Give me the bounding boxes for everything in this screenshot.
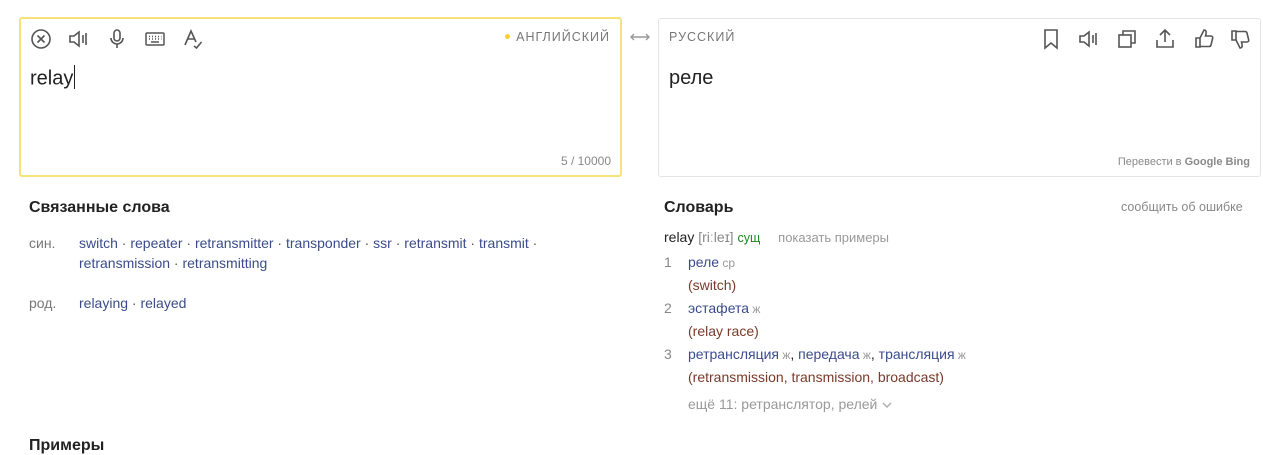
- more-translations-link[interactable]: ещё 11: ретранслятор, релей: [688, 396, 893, 412]
- synonym-link[interactable]: transponder: [286, 235, 361, 251]
- gender-label: ж: [779, 348, 791, 362]
- separator: ·: [170, 255, 183, 271]
- detected-dot: [505, 34, 511, 40]
- synonym-link[interactable]: retransmit: [404, 235, 466, 251]
- keyboard-icon[interactable]: [143, 27, 167, 51]
- chevron-down-icon: [882, 402, 892, 409]
- translation-link[interactable]: трансляция: [879, 346, 955, 362]
- text-caret: [74, 65, 76, 89]
- copy-icon[interactable]: [1115, 27, 1139, 51]
- translation-output: реле: [669, 67, 714, 89]
- part-of-speech: сущ: [737, 231, 761, 245]
- sense-gloss: (relay race): [688, 323, 759, 339]
- separator: ·: [182, 235, 195, 251]
- word-form-link[interactable]: relaying: [79, 295, 128, 311]
- synonyms-list: switch · repeater · retransmitter · tran…: [79, 233, 579, 273]
- separator: ,: [870, 346, 879, 362]
- gender-label: ж: [859, 348, 871, 362]
- share-icon[interactable]: [1153, 27, 1177, 51]
- google-link[interactable]: Google: [1185, 156, 1223, 168]
- synonym-link[interactable]: retransmitter: [195, 235, 274, 251]
- swap-languages-icon[interactable]: [628, 30, 652, 44]
- synonym-link[interactable]: switch: [79, 235, 118, 251]
- source-language[interactable]: АНГЛИЙСКИЙ: [505, 30, 610, 44]
- separator: ·: [128, 295, 141, 311]
- gender-label: ж: [749, 302, 761, 316]
- bing-link[interactable]: Bing: [1226, 156, 1250, 168]
- thumbs-down-icon[interactable]: [1228, 27, 1252, 51]
- transcription: [riːleɪ]: [698, 229, 734, 245]
- target-language[interactable]: РУССКИЙ: [669, 30, 735, 44]
- synonym-link[interactable]: transmit: [479, 235, 529, 251]
- headword: relay: [664, 229, 695, 245]
- separator: ·: [360, 235, 374, 251]
- forms-list: relaying · relayed: [79, 293, 579, 313]
- related-words-title: Связанные слова: [29, 199, 170, 216]
- translation-link[interactable]: ретрансляция: [688, 346, 779, 362]
- translation-link[interactable]: реле: [688, 254, 719, 270]
- target-panel: РУССКИЙ реле Перевести в Google Bing: [658, 18, 1261, 177]
- spellcheck-icon[interactable]: [181, 27, 205, 51]
- sense-body: ретрансляция ж, передача ж, трансляция ж…: [688, 343, 966, 388]
- source-input[interactable]: relay: [30, 65, 76, 91]
- sense-body: эстафета ж (relay race): [688, 297, 760, 342]
- dictionary-title: Словарь: [664, 199, 734, 216]
- char-counter: 5 / 10000: [560, 154, 611, 168]
- synonym-link[interactable]: ssr: [373, 235, 392, 251]
- sense-gloss: (retransmission, transmission, broadcast…: [688, 369, 944, 385]
- sense-gloss: (switch): [688, 277, 737, 293]
- synonym-link[interactable]: retransmission: [79, 255, 170, 271]
- report-error-link[interactable]: сообщить об ошибке: [1121, 200, 1243, 214]
- sense-body: реле ср (switch): [688, 251, 736, 296]
- gender-label: ср: [719, 256, 736, 270]
- dictionary-headword: relay [riːleɪ] сущ показать примеры: [664, 229, 889, 245]
- clear-icon[interactable]: [29, 27, 53, 51]
- thumbs-up-icon[interactable]: [1192, 27, 1216, 51]
- separator: ·: [391, 235, 405, 251]
- separator: ·: [528, 235, 538, 251]
- translation-link[interactable]: передача: [798, 346, 859, 362]
- gender-label: ж: [954, 348, 966, 362]
- speaker-icon[interactable]: [67, 27, 91, 51]
- translate-in-engines: Перевести в Google Bing: [1117, 156, 1250, 168]
- synonyms-label: син.: [29, 235, 56, 251]
- separator: ,: [790, 346, 799, 362]
- separator: ·: [273, 235, 286, 251]
- sense-number: 2: [664, 300, 672, 316]
- bookmark-icon[interactable]: [1039, 27, 1063, 51]
- source-panel: АНГЛИЙСКИЙ relay 5 / 10000: [19, 17, 622, 177]
- translation-link[interactable]: эстафета: [688, 300, 749, 316]
- forms-label: род.: [29, 295, 57, 311]
- separator: ·: [117, 235, 131, 251]
- synonym-link[interactable]: repeater: [130, 235, 182, 251]
- microphone-icon[interactable]: [105, 27, 129, 51]
- sense-number: 1: [664, 254, 672, 270]
- sense-number: 3: [664, 346, 672, 362]
- examples-title: Примеры: [29, 437, 105, 454]
- show-examples-link[interactable]: показать примеры: [778, 230, 889, 245]
- synonym-link[interactable]: retransmitting: [182, 255, 267, 271]
- word-form-link[interactable]: relayed: [140, 295, 186, 311]
- separator: ·: [466, 235, 479, 251]
- speaker-icon[interactable]: [1077, 27, 1101, 51]
